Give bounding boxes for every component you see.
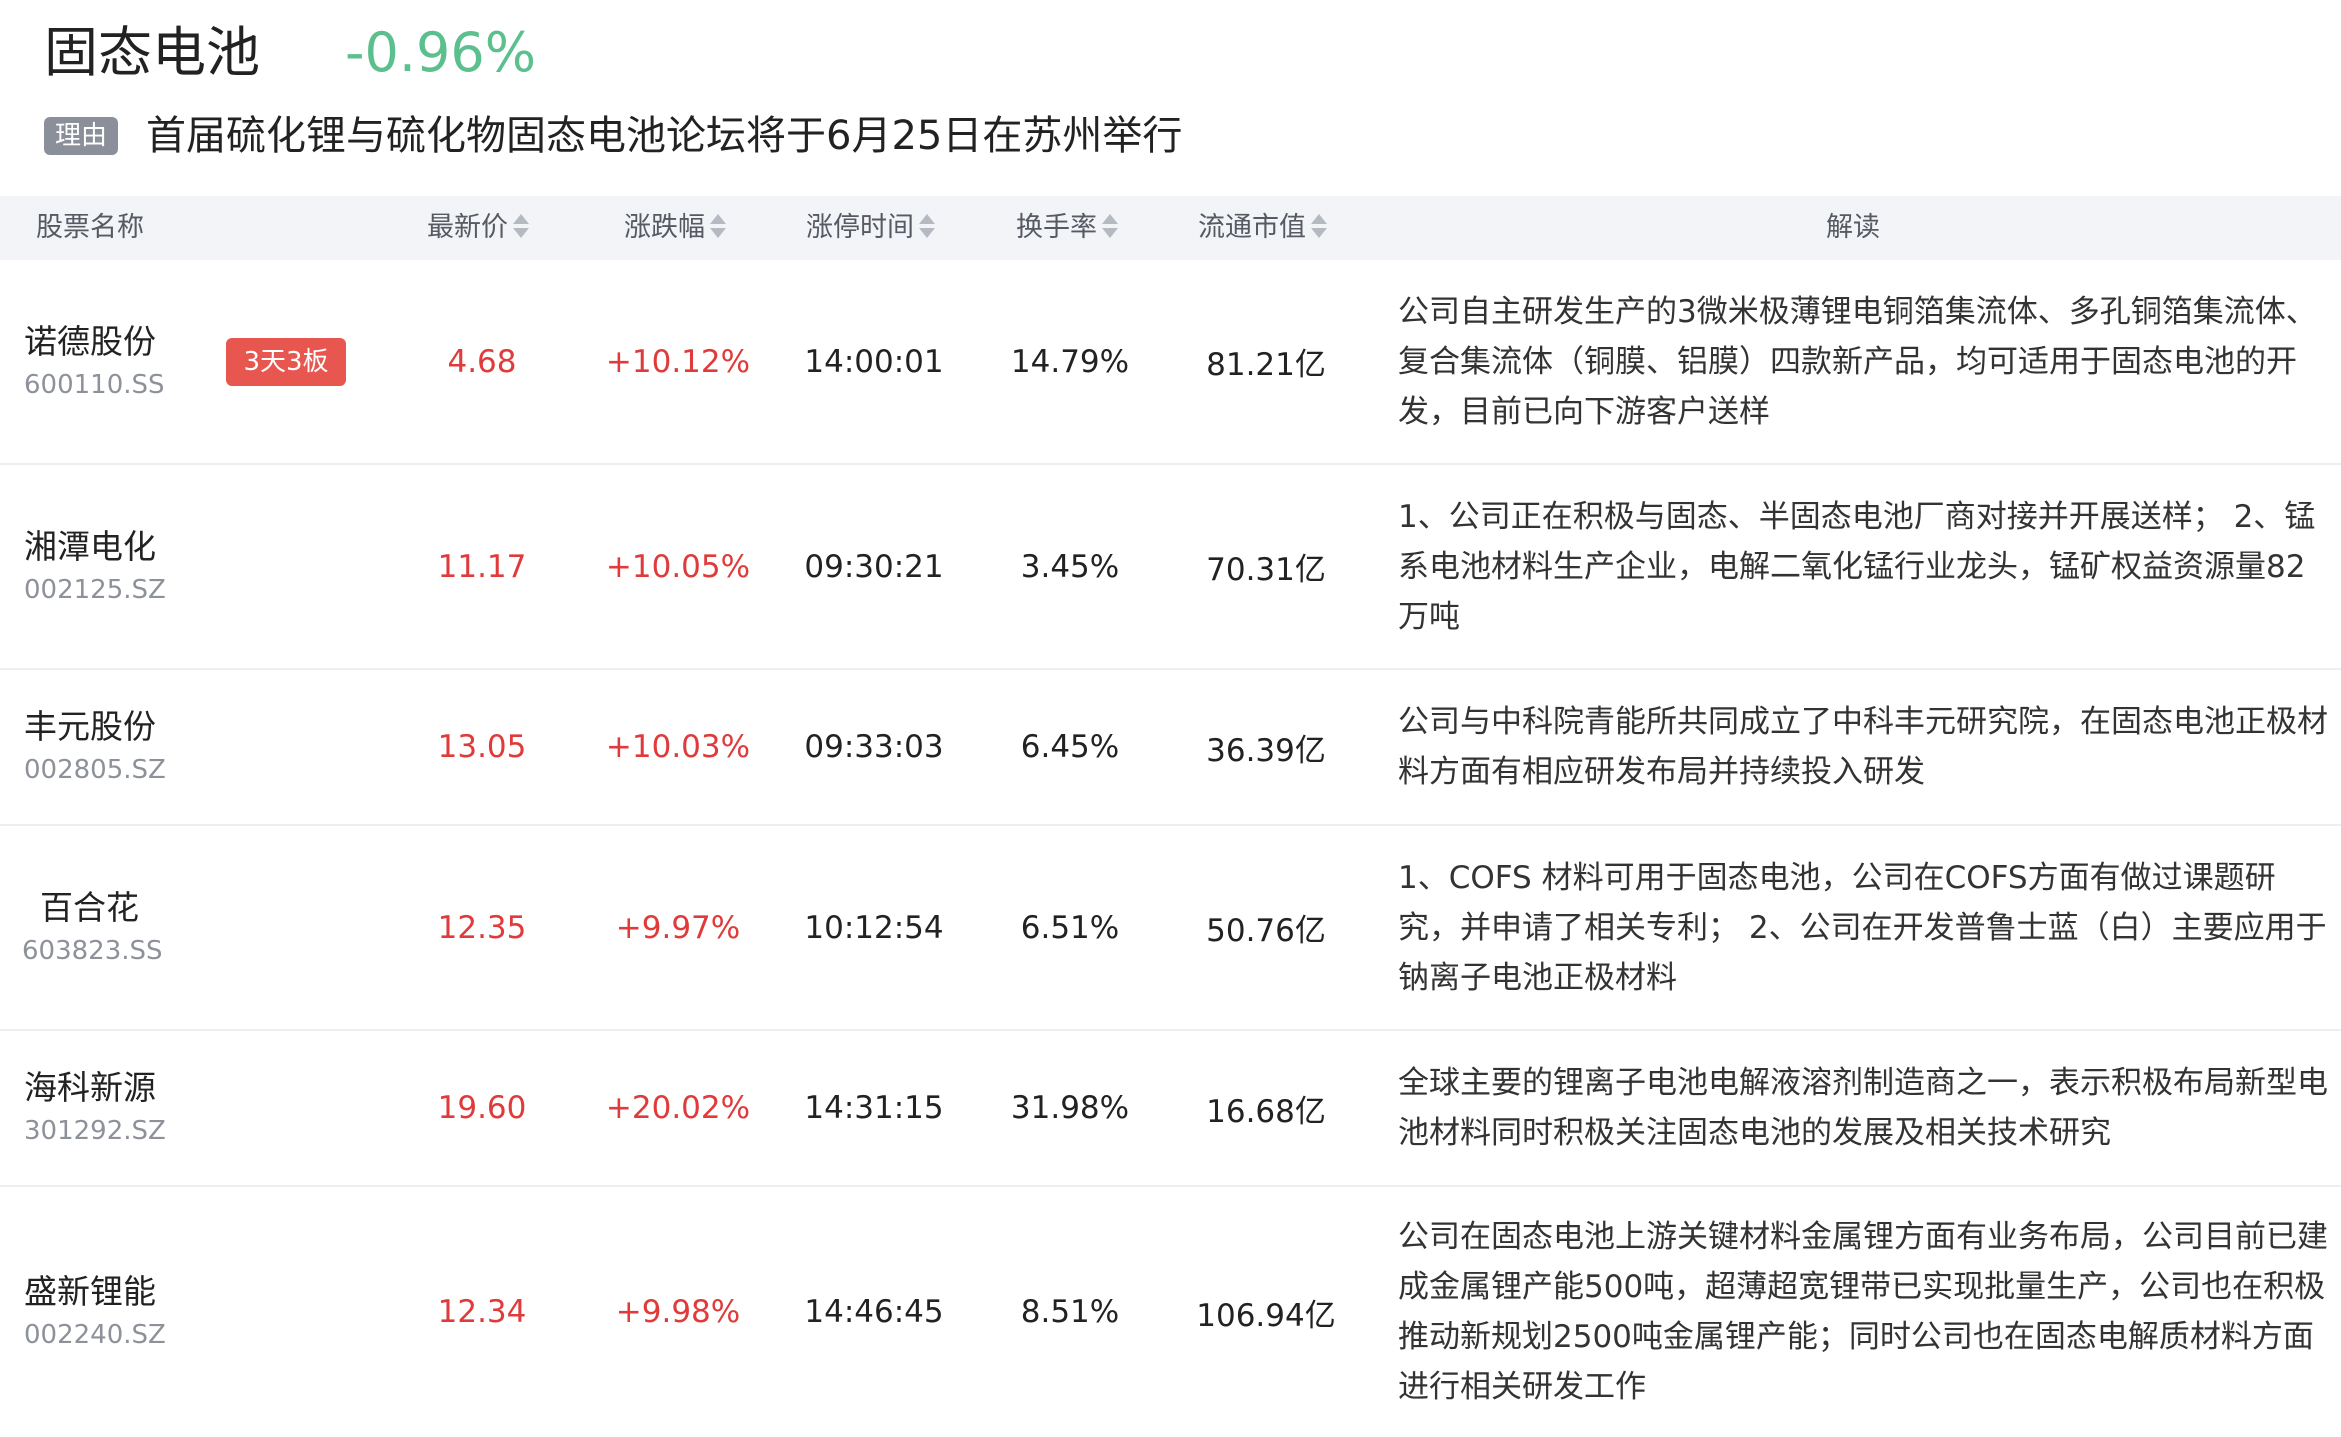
limit-time-cell: 09:33:03 bbox=[804, 729, 944, 765]
market-cap-cell: 81.21亿 bbox=[1206, 347, 1326, 383]
header-limit-time-label: 涨停时间 bbox=[806, 212, 914, 243]
change-cell: +10.03% bbox=[605, 729, 751, 765]
stock-name-cell[interactable]: 湘潭电化 002125.SZ bbox=[24, 465, 166, 668]
interpretation-text: 1、公司正在积极与固态、半固态电池厂商对接并开展送样； 2、锰系电池材料生产企业… bbox=[1398, 498, 2316, 635]
limit-streak-badge: 3天3板 bbox=[226, 338, 346, 386]
interpretation-text: 1、COFS 材料可用于固态电池，公司在COFS方面有做过课题研究，并申请了相关… bbox=[1398, 859, 2327, 996]
sort-icon[interactable] bbox=[1101, 211, 1119, 241]
turnover-cell: 14.79% bbox=[1010, 343, 1130, 380]
reason-badge: 理由 bbox=[44, 117, 118, 155]
table-row[interactable]: 海科新源 301292.SZ 19.60 +20.02% 14:31:15 31… bbox=[0, 1031, 2341, 1187]
table-row[interactable]: 诺德股份 600110.SS 3天3板 4.68 +10.12% 14:00:0… bbox=[0, 260, 2341, 465]
limit-time-cell: 14:00:01 bbox=[804, 343, 944, 380]
change-cell: +10.05% bbox=[605, 548, 751, 585]
table-header: 股票名称 最新价 涨跌幅 涨停时间 换手率 流通市值 解读 bbox=[0, 196, 2341, 260]
sort-icon[interactable] bbox=[918, 211, 936, 241]
header-limit-time[interactable]: 涨停时间 bbox=[806, 196, 936, 260]
sort-icon[interactable] bbox=[709, 211, 727, 241]
turnover-cell: 8.51% bbox=[1020, 1294, 1120, 1330]
interpretation-cell: 1、公司正在积极与固态、半固态电池厂商对接并开展送样； 2、锰系电池材料生产企业… bbox=[1398, 465, 2328, 668]
header-price-label: 最新价 bbox=[427, 212, 508, 243]
market-cap-cell: 36.39亿 bbox=[1206, 732, 1326, 769]
header-market-cap-label: 流通市值 bbox=[1198, 212, 1306, 243]
stock-code: 002805.SZ bbox=[24, 755, 166, 785]
interpretation-text: 公司在固态电池上游关键材料金属锂方面有业务布局，公司目前已建成金属锂产能500吨… bbox=[1398, 1219, 2328, 1405]
turnover-cell: 6.45% bbox=[1020, 729, 1120, 765]
table-row[interactable]: 百合花 603823.SS 12.35 +9.97% 10:12:54 6.51… bbox=[0, 826, 2341, 1031]
stock-code: 301292.SZ bbox=[24, 1116, 166, 1146]
price-cell: 19.60 bbox=[437, 1090, 527, 1126]
interpretation-cell: 公司在固态电池上游关键材料金属锂方面有业务布局，公司目前已建成金属锂产能500吨… bbox=[1398, 1187, 2328, 1437]
change-cell: +10.12% bbox=[605, 343, 751, 380]
interpretation-cell: 1、COFS 材料可用于固态电池，公司在COFS方面有做过课题研究，并申请了相关… bbox=[1398, 826, 2328, 1029]
table-row[interactable]: 盛新锂能 002240.SZ 12.34 +9.98% 14:46:45 8.5… bbox=[0, 1187, 2341, 1437]
header-change[interactable]: 涨跌幅 bbox=[624, 196, 727, 260]
limit-time-cell: 14:46:45 bbox=[804, 1294, 944, 1330]
header-market-cap[interactable]: 流通市值 bbox=[1198, 196, 1328, 260]
interpretation-text: 全球主要的锂离子电池电解液溶剂制造商之一，表示积极布局新型电池材料同时积极关注固… bbox=[1398, 1065, 2328, 1151]
stock-code: 002125.SZ bbox=[24, 574, 166, 605]
header-turnover[interactable]: 换手率 bbox=[1016, 196, 1119, 260]
header-turnover-label: 换手率 bbox=[1016, 212, 1097, 243]
price-cell: 13.05 bbox=[437, 729, 527, 765]
stock-name-cell[interactable]: 海科新源 301292.SZ bbox=[24, 1031, 166, 1185]
turnover-cell: 6.51% bbox=[1020, 909, 1120, 946]
topic-title: 固态电池 bbox=[44, 21, 260, 84]
limit-time-cell: 10:12:54 bbox=[804, 909, 944, 946]
limit-time-cell: 09:30:21 bbox=[804, 548, 944, 585]
table-row[interactable]: 湘潭电化 002125.SZ 11.17 +10.05% 09:30:21 3.… bbox=[0, 465, 2341, 670]
header-change-label: 涨跌幅 bbox=[624, 212, 705, 243]
header-price[interactable]: 最新价 bbox=[427, 196, 530, 260]
change-cell: +20.02% bbox=[605, 1090, 751, 1126]
topic-header: 固态电池 -0.96% 理由 首届硫化锂与硫化物固态电池论坛将于6月25日在苏州… bbox=[0, 0, 2341, 195]
stock-name[interactable]: 丰元股份 bbox=[24, 704, 166, 750]
sort-icon[interactable] bbox=[1310, 211, 1328, 241]
stock-name-cell[interactable]: 盛新锂能 002240.SZ bbox=[24, 1187, 166, 1437]
price-cell: 4.68 bbox=[447, 343, 517, 380]
market-cap-cell: 50.76亿 bbox=[1206, 913, 1326, 949]
price-cell: 12.35 bbox=[437, 909, 527, 946]
interpretation-cell: 公司与中科院青能所共同成立了中科丰元研究院，在固态电池正极材料方面有相应研发布局… bbox=[1398, 670, 2328, 824]
price-cell: 11.17 bbox=[437, 548, 527, 585]
interpretation-cell: 全球主要的锂离子电池电解液溶剂制造商之一，表示积极布局新型电池材料同时积极关注固… bbox=[1398, 1031, 2328, 1185]
interpretation-text: 公司自主研发生产的3微米极薄锂电铜箔集流体、多孔铜箔集流体、复合集流体（铜膜、铝… bbox=[1398, 293, 2317, 430]
change-cell: +9.97% bbox=[615, 909, 741, 946]
change-cell: +9.98% bbox=[615, 1294, 741, 1330]
stock-code: 603823.SS bbox=[22, 935, 163, 966]
limit-time-cell: 14:31:15 bbox=[804, 1090, 944, 1126]
stock-name[interactable]: 海科新源 bbox=[24, 1065, 166, 1111]
turnover-cell: 31.98% bbox=[1010, 1090, 1130, 1126]
stock-name-cell[interactable]: 丰元股份 002805.SZ bbox=[24, 670, 166, 824]
topic-change: -0.96% bbox=[345, 21, 537, 84]
stock-name-cell[interactable]: 百合花 603823.SS bbox=[22, 826, 163, 1029]
stock-name[interactable]: 湘潭电化 bbox=[24, 524, 166, 570]
market-cap-cell: 70.31亿 bbox=[1206, 552, 1326, 588]
stock-name[interactable]: 百合花 bbox=[40, 885, 163, 931]
header-interpretation: 解读 bbox=[1826, 212, 1880, 243]
stock-name-cell[interactable]: 诺德股份 600110.SS bbox=[24, 260, 165, 463]
stock-name[interactable]: 盛新锂能 bbox=[24, 1269, 166, 1315]
market-cap-cell: 16.68亿 bbox=[1206, 1093, 1326, 1130]
interpretation-text: 公司与中科院青能所共同成立了中科丰元研究院，在固态电池正极材料方面有相应研发布局… bbox=[1398, 704, 2328, 790]
stock-code: 600110.SS bbox=[24, 369, 165, 400]
price-cell: 12.34 bbox=[437, 1294, 527, 1330]
stock-code: 002240.SZ bbox=[24, 1320, 166, 1350]
header-stock-name: 股票名称 bbox=[36, 212, 144, 243]
turnover-cell: 3.45% bbox=[1020, 548, 1120, 585]
stock-name[interactable]: 诺德股份 bbox=[24, 319, 165, 365]
reason-text: 首届硫化锂与硫化物固态电池论坛将于6月25日在苏州举行 bbox=[146, 113, 1183, 159]
market-cap-cell: 106.94亿 bbox=[1196, 1297, 1336, 1334]
table-row[interactable]: 丰元股份 002805.SZ 13.05 +10.03% 09:33:03 6.… bbox=[0, 670, 2341, 826]
sort-icon[interactable] bbox=[512, 211, 530, 241]
interpretation-cell: 公司自主研发生产的3微米极薄锂电铜箔集流体、多孔铜箔集流体、复合集流体（铜膜、铝… bbox=[1398, 260, 2328, 463]
